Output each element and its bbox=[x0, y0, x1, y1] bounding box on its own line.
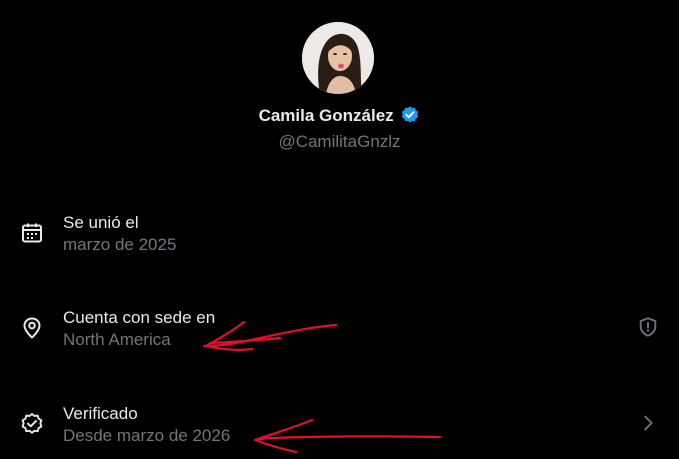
location-label: Cuenta con sede en bbox=[63, 308, 216, 327]
joined-value: marzo de 2025 bbox=[63, 235, 177, 254]
avatar-photo bbox=[302, 22, 374, 94]
verified-badge-outline-icon bbox=[21, 413, 43, 434]
joined-date-row: Se unió el marzo de 2025 bbox=[0, 206, 679, 268]
calendar-icon bbox=[22, 223, 42, 243]
verified-value: Desde marzo de 2026 bbox=[63, 426, 231, 445]
location-value: North America bbox=[63, 330, 171, 349]
verified-row[interactable]: Verificado Desde marzo de 2026 bbox=[0, 397, 679, 459]
profile-header: Camila González @CamilitaGnzlz bbox=[0, 0, 679, 160]
location-pin-icon bbox=[23, 317, 41, 339]
display-name: Camila González bbox=[258, 106, 394, 125]
avatar[interactable] bbox=[302, 22, 374, 94]
verified-label: Verificado bbox=[63, 404, 138, 423]
display-name-row: Camila González bbox=[0, 104, 679, 128]
joined-label: Se unió el bbox=[63, 213, 139, 232]
verified-check-icon[interactable] bbox=[400, 105, 420, 125]
username-handle: @CamilitaGnzlz bbox=[278, 132, 401, 151]
chevron-right-icon[interactable] bbox=[637, 412, 659, 434]
shield-alert-icon[interactable] bbox=[637, 316, 659, 338]
account-location-row: Cuenta con sede en North America bbox=[0, 301, 679, 363]
